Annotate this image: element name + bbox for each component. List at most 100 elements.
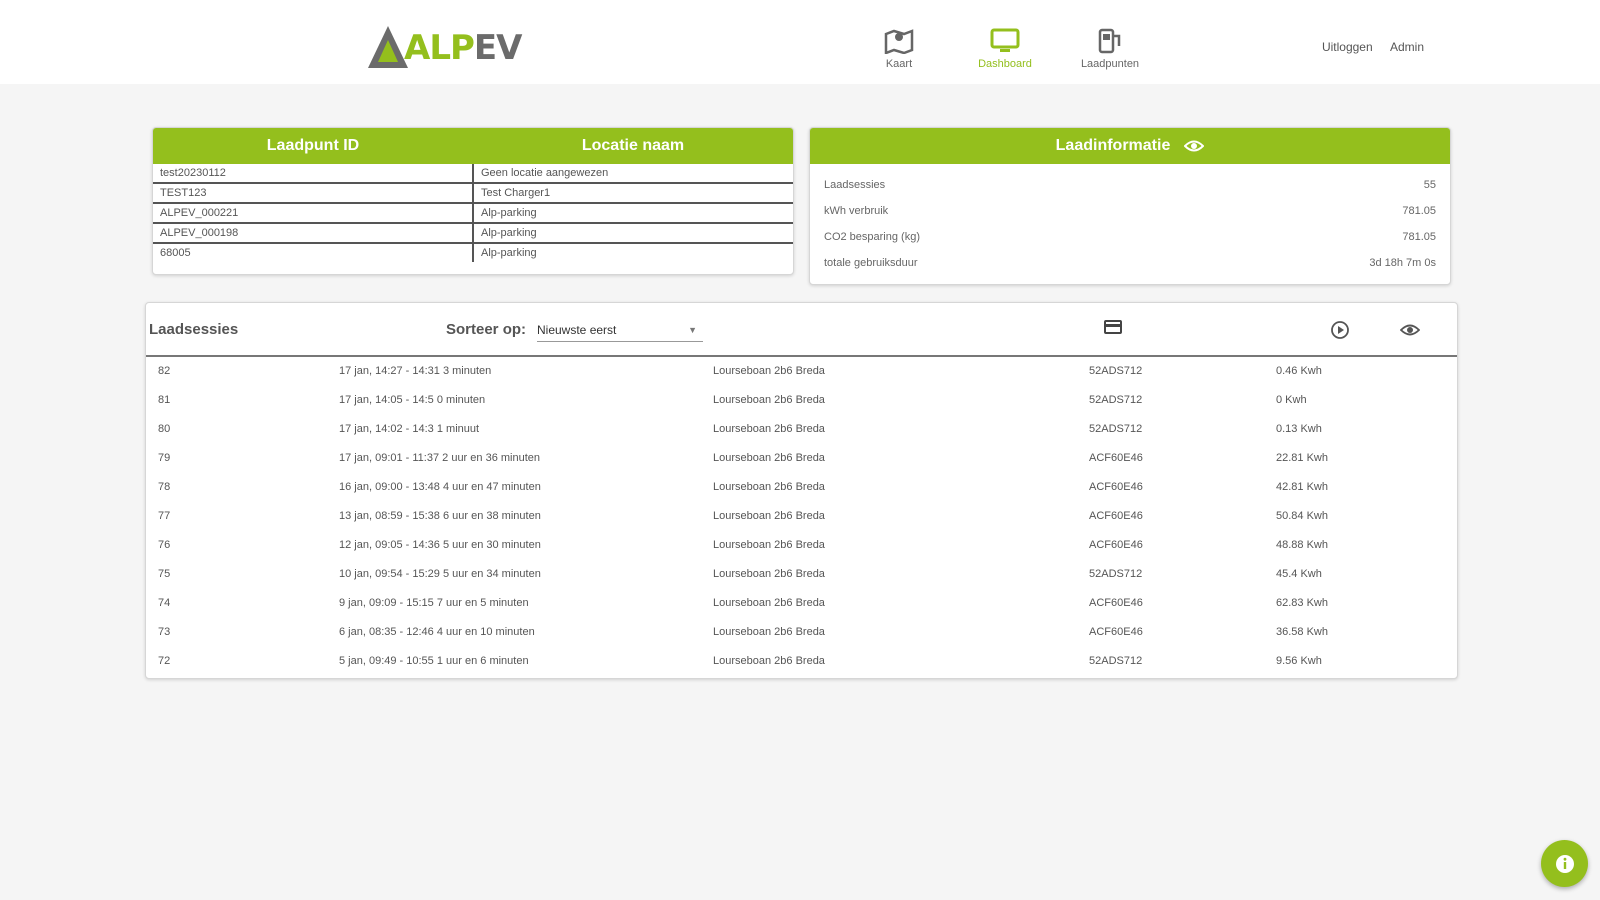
- session-energy: 0.46 Kwh: [1276, 365, 1322, 377]
- session-energy: 62.83 Kwh: [1276, 597, 1328, 609]
- top-bar: ALPEV Kaart Dashboard Laadpunten Uitlogg…: [0, 0, 1600, 84]
- charge-points-card: Laadpunt ID Locatie naam test20230112 Gee…: [152, 127, 794, 275]
- point-id-cell: TEST123: [153, 183, 473, 204]
- table-row[interactable]: 68005 Alp-parking: [153, 243, 793, 262]
- session-card: 52ADS712: [1089, 423, 1143, 435]
- table-row[interactable]: 78 16 jan, 09:00 - 13:48 4 uur en 47 minu…: [146, 473, 1457, 502]
- table-row[interactable]: 81 17 jan, 14:05 - 14:5 0 minuten Loursebo…: [146, 386, 1457, 415]
- session-address: Lourseboan 2b6 Breda: [713, 452, 825, 464]
- session-card: 52ADS712: [1089, 394, 1143, 406]
- sessions-list: 82 17 jan, 14:27 - 14:31 3 minuten Lourseb…: [146, 357, 1457, 676]
- session-time: 5 jan, 09:49 - 10:55 1 uur en 6 minuten: [339, 655, 529, 667]
- table-row[interactable]: test20230112 Geen locatie aangewezen: [153, 164, 793, 184]
- charge-info-header: Laadinformatie: [810, 128, 1450, 164]
- nav-label: Kaart: [885, 58, 913, 70]
- info-value: 55: [1423, 179, 1436, 191]
- session-id: 79: [158, 452, 171, 464]
- logout-link[interactable]: Uitloggen: [1322, 40, 1373, 54]
- session-time: 6 jan, 08:35 - 12:46 4 uur en 10 minuten: [339, 626, 535, 638]
- charge-points-table: test20230112 Geen locatie aangewezen TEST…: [153, 164, 793, 262]
- session-address: Lourseboan 2b6 Breda: [713, 568, 825, 580]
- info-label: totale gebruiksduur: [824, 257, 918, 269]
- table-row[interactable]: 79 17 jan, 09:01 - 11:37 2 uur en 36 minu…: [146, 444, 1457, 473]
- table-row[interactable]: 80 17 jan, 14:02 - 14:3 1 minuut Lourseboa…: [146, 415, 1457, 444]
- table-row[interactable]: ALPEV_000221 Alp-parking: [153, 203, 793, 224]
- sessions-card: Laadsessies Sorteer op: Nieuwste eerst ▼…: [145, 302, 1458, 679]
- session-id: 77: [158, 510, 171, 522]
- info-value: 781.05: [1402, 231, 1436, 243]
- play-icon[interactable]: [1330, 320, 1350, 340]
- session-card: ACF60E46: [1089, 452, 1143, 464]
- charging-station-icon: [1098, 28, 1121, 54]
- charge-points-header: Laadpunt ID Locatie naam: [153, 128, 793, 164]
- location-cell: Alp-parking: [472, 223, 793, 244]
- session-id: 81: [158, 394, 171, 406]
- location-cell: Test Charger1: [472, 183, 793, 204]
- nav-item-laadpunten[interactable]: Laadpunten: [1065, 28, 1155, 70]
- nav-label: Laadpunten: [1080, 58, 1140, 70]
- session-id: 80: [158, 423, 171, 435]
- info-row-sessions: Laadsessies 55: [810, 172, 1450, 198]
- charge-info-title: Laadinformatie: [1055, 137, 1171, 154]
- table-row[interactable]: TEST123 Test Charger1: [153, 183, 793, 204]
- session-energy: 42.81 Kwh: [1276, 481, 1328, 493]
- table-row[interactable]: 82 17 jan, 14:27 - 14:31 3 minuten Lourseb…: [146, 357, 1457, 386]
- nav-item-dashboard[interactable]: Dashboard: [960, 28, 1050, 70]
- sort-select-value: Nieuwste eerst: [537, 323, 617, 337]
- session-id: 78: [158, 481, 171, 493]
- session-id: 82: [158, 365, 171, 377]
- eye-icon[interactable]: [1400, 323, 1420, 337]
- table-row[interactable]: 74 9 jan, 09:09 - 15:15 7 uur en 5 minute…: [146, 589, 1457, 618]
- user-links: Uitloggen Admin: [1308, 40, 1424, 54]
- user-name-link[interactable]: Admin: [1390, 40, 1424, 54]
- map-icon: [884, 29, 914, 54]
- table-row[interactable]: 73 6 jan, 08:35 - 12:46 4 uur en 10 minut…: [146, 618, 1457, 647]
- nav-item-kaart[interactable]: Kaart: [854, 28, 944, 70]
- table-row[interactable]: 77 13 jan, 08:59 - 15:38 6 uur en 38 minu…: [146, 502, 1457, 531]
- session-address: Lourseboan 2b6 Breda: [713, 365, 825, 377]
- session-card: ACF60E46: [1089, 510, 1143, 522]
- charge-info-card: Laadinformatie Laadsessies 55 kWh verbrui…: [809, 127, 1451, 285]
- location-cell: Geen locatie aangewezen: [472, 164, 793, 184]
- session-time: 10 jan, 09:54 - 15:29 5 uur en 34 minute…: [339, 568, 541, 580]
- sort-select[interactable]: Nieuwste eerst ▼: [537, 319, 703, 342]
- session-energy: 36.58 Kwh: [1276, 626, 1328, 638]
- session-energy: 45.4 Kwh: [1276, 568, 1322, 580]
- info-label: kWh verbruik: [824, 205, 889, 217]
- session-card: ACF60E46: [1089, 626, 1143, 638]
- session-time: 17 jan, 14:05 - 14:5 0 minuten: [339, 394, 486, 406]
- session-energy: 0 Kwh: [1276, 394, 1307, 406]
- table-row[interactable]: ALPEV_000198 Alp-parking: [153, 223, 793, 244]
- session-time: 9 jan, 09:09 - 15:15 7 uur en 5 minuten: [339, 597, 529, 609]
- session-address: Lourseboan 2b6 Breda: [713, 539, 825, 551]
- session-address: Lourseboan 2b6 Breda: [713, 394, 825, 406]
- location-cell: Alp-parking: [472, 203, 793, 224]
- session-address: Lourseboan 2b6 Breda: [713, 510, 825, 522]
- point-id-cell: ALPEV_000221: [153, 203, 473, 224]
- table-row[interactable]: 76 12 jan, 09:05 - 14:36 5 uur en 30 minu…: [146, 531, 1457, 560]
- info-row-co2: CO2 besparing (kg) 781.05: [810, 224, 1450, 250]
- session-card: 52ADS712: [1089, 655, 1143, 667]
- location-cell: Alp-parking: [472, 243, 793, 262]
- info-row-kwh: kWh verbruik 781.05: [810, 198, 1450, 224]
- card-icon[interactable]: [1104, 320, 1122, 334]
- info-row-duration: totale gebruiksduur 3d 18h 7m 0s: [810, 250, 1450, 276]
- session-address: Lourseboan 2b6 Breda: [713, 481, 825, 493]
- session-id: 75: [158, 568, 171, 580]
- info-fab-button[interactable]: [1541, 840, 1588, 887]
- session-time: 12 jan, 09:05 - 14:36 5 uur en 30 minute…: [339, 539, 541, 551]
- session-id: 76: [158, 539, 171, 551]
- session-card: ACF60E46: [1089, 481, 1143, 493]
- session-time: 17 jan, 14:02 - 14:3 1 minuut: [339, 423, 480, 435]
- session-address: Lourseboan 2b6 Breda: [713, 655, 825, 667]
- point-id-cell: ALPEV_000198: [153, 223, 473, 244]
- session-energy: 48.88 Kwh: [1276, 539, 1328, 551]
- eye-icon[interactable]: [1184, 139, 1205, 153]
- point-id-cell: 68005: [160, 247, 191, 259]
- table-row[interactable]: 72 5 jan, 09:49 - 10:55 1 uur en 6 minute…: [146, 647, 1457, 676]
- session-time: 17 jan, 14:27 - 14:31 3 minuten: [339, 365, 492, 377]
- session-address: Lourseboan 2b6 Breda: [713, 597, 825, 609]
- info-label: CO2 besparing (kg): [824, 231, 920, 243]
- info-value: 781.05: [1402, 205, 1436, 217]
- table-row[interactable]: 75 10 jan, 09:54 - 15:29 5 uur en 34 minu…: [146, 560, 1457, 589]
